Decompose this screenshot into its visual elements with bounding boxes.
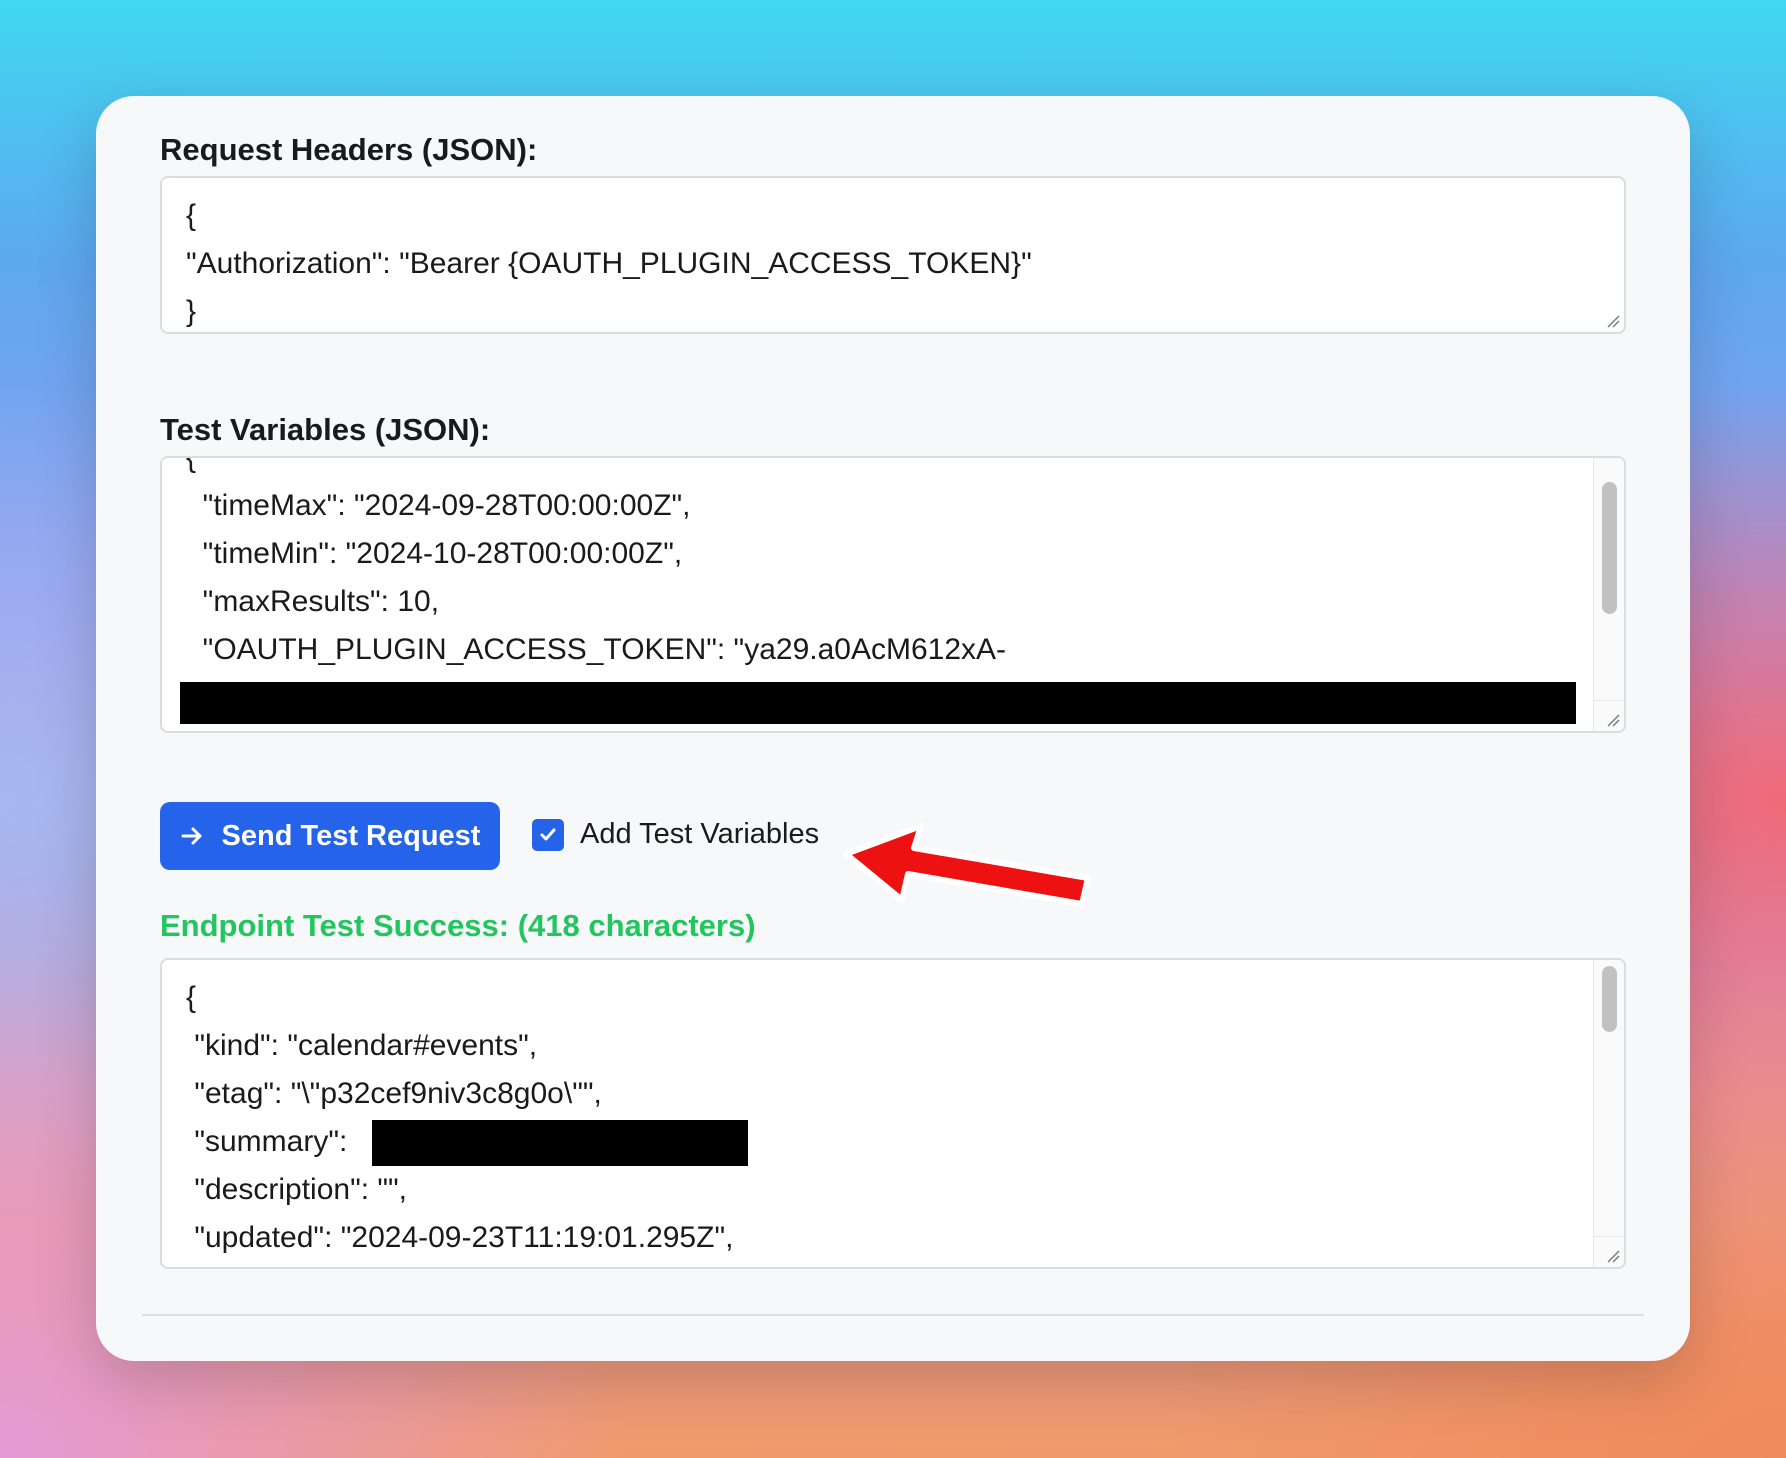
section-divider — [142, 1314, 1644, 1316]
request-headers-label: Request Headers (JSON): — [160, 132, 538, 167]
send-test-request-label: Send Test Request — [221, 819, 481, 852]
annotation-arrow-icon — [843, 823, 1091, 907]
result-line-1: "kind": "calendar#events", — [186, 1029, 538, 1062]
resize-handle-icon[interactable] — [1606, 713, 1620, 727]
redacted-token — [180, 682, 1576, 724]
result-line-4: "description": "", — [186, 1173, 408, 1206]
arrow-right-icon — [181, 827, 202, 845]
resize-handle-icon[interactable] — [1606, 314, 1620, 328]
response-output[interactable]: { "kind": "calendar#events", "etag": "\"… — [160, 958, 1626, 1269]
resize-handle-icon[interactable] — [1606, 1249, 1620, 1263]
add-test-variables-label[interactable]: Add Test Variables — [580, 818, 819, 851]
variables-line-1: "timeMax": "2024-09-28T00:00:00Z", — [186, 489, 691, 522]
result-line-0: { — [186, 981, 197, 1014]
variables-scroll-thumb[interactable] — [1602, 482, 1617, 614]
redacted-summary — [372, 1120, 748, 1166]
settings-card: Request Headers (JSON): { "Authorization… — [96, 96, 1690, 1361]
header-line-0: { — [186, 199, 197, 232]
request-headers-textarea[interactable]: { "Authorization": "Bearer {OAUTH_PLUGIN… — [160, 176, 1626, 334]
endpoint-test-status: Endpoint Test Success: (418 characters) — [160, 908, 756, 943]
result-line-5: "updated": "2024-09-23T11:19:01.295Z", — [186, 1221, 734, 1254]
response-scrollbar[interactable] — [1593, 960, 1624, 1267]
variables-line-0: { — [186, 456, 197, 474]
add-test-variables-checkbox[interactable] — [532, 819, 564, 851]
variables-line-4: "OAUTH_PLUGIN_ACCESS_TOKEN": "ya29.a0AcM… — [186, 633, 1007, 666]
checkmark-icon — [540, 828, 556, 841]
header-line-1: "Authorization": "Bearer {OAUTH_PLUGIN_A… — [186, 247, 1032, 280]
variables-line-3: "maxResults": 10, — [186, 585, 440, 618]
send-test-request-button[interactable]: Send Test Request — [160, 802, 500, 870]
variables-line-2: "timeMin": "2024-10-28T00:00:00Z", — [186, 537, 683, 570]
header-line-2: } — [186, 295, 197, 328]
test-variables-textarea[interactable]: { "timeMax": "2024-09-28T00:00:00Z", "ti… — [160, 456, 1626, 733]
result-line-2: "etag": "\"p32cef9niv3c8g0o\"", — [186, 1077, 602, 1110]
variables-scrollbar[interactable] — [1593, 458, 1624, 731]
test-variables-label: Test Variables (JSON): — [160, 412, 491, 447]
response-scroll-thumb[interactable] — [1602, 966, 1617, 1032]
